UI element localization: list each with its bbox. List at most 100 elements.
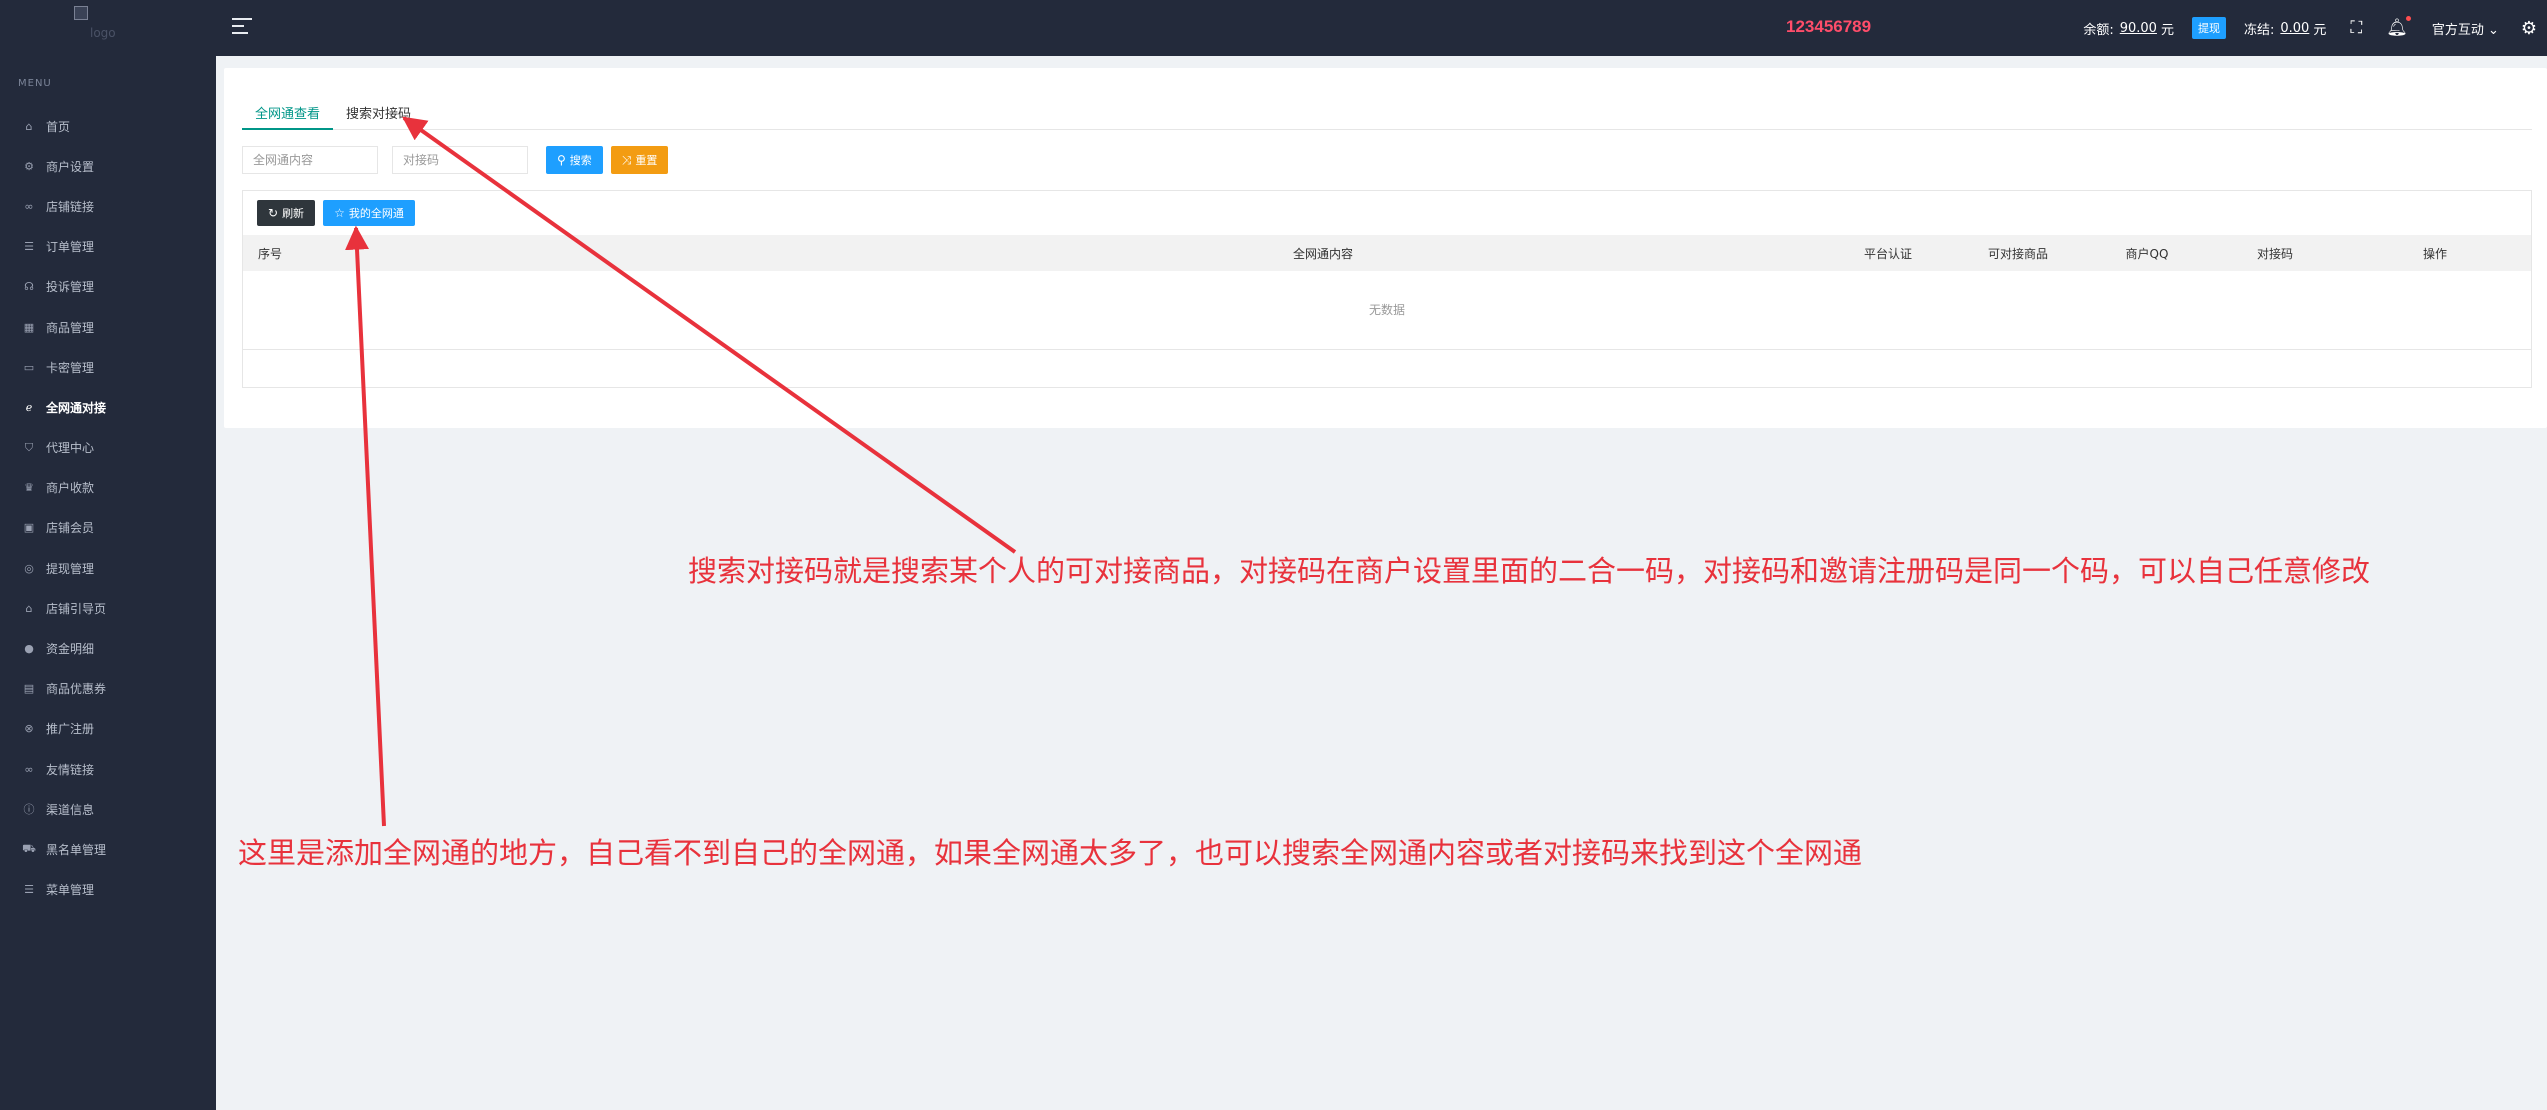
home-icon: ⌂ [25, 601, 33, 615]
member-icon: ▣ [23, 521, 35, 535]
home-icon: ⌂ [25, 119, 33, 133]
col-merchant-qq: 商户QQ [2125, 246, 2169, 261]
withdraw-button[interactable]: 提现 [2191, 17, 2226, 39]
sidebar-nav: ⌂ 首页 ⚙ 商户设置 ∞ 店铺链接 ☰ 订单管理 ☊ 投诉管理 ▦ 商品管理 ▭ 卡密管理 ℯ 全网通对接 ⛉… [0, 106, 216, 910]
link-icon: ∞ [24, 762, 34, 776]
data-table: 序号 全网通内容 平台认证 可对接商品 商户QQ 对接码 操作 无数据 [243, 235, 2531, 350]
gear-icon[interactable]: ⚙ [2521, 18, 2537, 39]
sidebar-item-label: 黑名单管理 [46, 842, 107, 857]
my-network-button[interactable]: ☆ 我的全网通 [323, 200, 415, 226]
header-right: 余额: 90.00 元 提现 冻结: 0.00 元 ⛶ 🔔︎ 官方互动 ⌄ ⚙ [2083, 0, 2547, 56]
sidebar-item-label: 资金明细 [46, 642, 95, 657]
sidebar-item-2[interactable]: ∞ 店铺链接 [0, 186, 216, 226]
refresh-icon: ↻ [268, 206, 279, 220]
balance-label: 余额: [2083, 22, 2114, 38]
refresh-button[interactable]: ↻ 刷新 [257, 200, 316, 226]
broken-image-icon [74, 6, 88, 20]
grid-icon: ▦ [23, 320, 35, 334]
sidebar-item-label: 店铺会员 [46, 521, 95, 536]
sidebar-item-7[interactable]: ℯ 全网通对接 [0, 387, 216, 427]
menu-title: MENU [18, 78, 52, 89]
gear-icon: ⚙ [24, 159, 34, 173]
sidebar-item-10[interactable]: ▣ 店铺会员 [0, 508, 216, 548]
sidebar-item-11[interactable]: ◎ 提现管理 [0, 548, 216, 588]
user-menu[interactable]: 官方互动 ⌄ [2432, 19, 2499, 38]
content-card: 全网通查看 搜索对接码 ⚲搜索 ⤨重置 ↻刷新 ☆我的全网通 序号 全网通内容 … [224, 68, 2547, 428]
shuffle-icon: ⤨ [621, 152, 632, 167]
search-form: ⚲搜索 ⤨重置 [242, 146, 669, 174]
link-icon: ∞ [24, 199, 34, 213]
headset-icon: ☊ [24, 280, 34, 294]
sidebar-item-5[interactable]: ▦ 商品管理 [0, 307, 216, 347]
empty-text: 无数据 [243, 271, 2531, 350]
code-input[interactable] [392, 146, 528, 174]
annotation-note-search-code: 搜索对接码就是搜索某个人的可对接商品，对接码在商户设置里面的二合一码，对接码和邀… [688, 554, 2371, 588]
sidebar-item-label: 代理中心 [46, 441, 95, 456]
share-icon: ⊗ [24, 722, 34, 736]
frozen-value[interactable]: 0.00 [2280, 21, 2309, 36]
frozen-label: 冻结: [2243, 22, 2275, 38]
sidebar-item-4[interactable]: ☊ 投诉管理 [0, 267, 216, 307]
logo[interactable]: logo [74, 6, 154, 42]
sidebar-item-label: 菜单管理 [46, 883, 95, 898]
sidebar-item-16[interactable]: ∞ 友情链接 [0, 749, 216, 789]
sidebar-item-12[interactable]: ⌂ 店铺引导页 [0, 588, 216, 628]
search-button-label: 搜索 [569, 154, 592, 167]
sidebar-item-18[interactable]: ⛟ 黑名单管理 [0, 829, 216, 869]
top-header: 123456789 余额: 90.00 元 提现 冻结: 0.00 元 ⛶ 🔔︎… [216, 0, 2547, 56]
tab-network-view[interactable]: 全网通查看 [242, 98, 334, 130]
sidebar-item-label: 友情链接 [46, 762, 95, 777]
sidebar-item-8[interactable]: ⛉ 代理中心 [0, 428, 216, 468]
notification-dot [2405, 16, 2411, 21]
sidebar-item-label: 店铺引导页 [46, 601, 107, 616]
sidebar-item-14[interactable]: ▤ 商品优惠券 [0, 669, 216, 709]
target-icon: ◎ [24, 561, 34, 575]
sidebar-item-3[interactable]: ☰ 订单管理 [0, 227, 216, 267]
brand-code: 123456789 [1786, 17, 1872, 36]
sidebar-item-label: 商品管理 [46, 320, 95, 335]
sidebar-item-label: 提现管理 [46, 561, 95, 576]
sidebar-item-15[interactable]: ⊗ 推广注册 [0, 709, 216, 749]
card-icon: ▭ [23, 360, 35, 374]
shield-icon: ⛉ [24, 440, 34, 454]
tab-search-code[interactable]: 搜索对接码 [333, 98, 424, 130]
menu-toggle-icon[interactable] [232, 18, 252, 36]
sidebar-item-19[interactable]: ☰ 菜单管理 [0, 870, 216, 910]
info-icon: ⓘ [23, 803, 35, 817]
col-content: 全网通内容 [1292, 246, 1353, 261]
sidebar-item-label: 首页 [46, 119, 71, 134]
table-row: 无数据 [243, 271, 2531, 350]
crown-icon: ♛ [24, 481, 34, 495]
col-actions: 操作 [2422, 246, 2447, 261]
car-icon: ⛟ [22, 841, 36, 855]
refresh-button-label: 刷新 [282, 207, 305, 220]
sidebar-item-9[interactable]: ♛ 商户收款 [0, 468, 216, 508]
sidebar-item-label: 推广注册 [46, 722, 95, 737]
fullscreen-icon[interactable]: ⛶ [2350, 18, 2362, 38]
search-icon: ⚲ [557, 153, 566, 167]
search-button[interactable]: ⚲ 搜索 [546, 146, 603, 174]
logo-alt-text: logo [90, 26, 116, 40]
reset-button-label: 重置 [635, 154, 658, 167]
bell-icon[interactable]: 🔔︎ [2386, 16, 2411, 38]
frozen-unit: 元 [2313, 22, 2327, 38]
sidebar: logo MENU ⌂ 首页 ⚙ 商户设置 ∞ 店铺链接 ☰ 订单管理 ☊ 投诉管理 ▦ 商品管理 ▭ 卡… [0, 0, 216, 1110]
network-content-input[interactable] [242, 146, 378, 174]
sidebar-item-6[interactable]: ▭ 卡密管理 [0, 347, 216, 387]
sidebar-item-17[interactable]: ⓘ 渠道信息 [0, 789, 216, 829]
sidebar-item-label: 卡密管理 [46, 360, 95, 375]
sidebar-item-13[interactable]: ● 资金明细 [0, 628, 216, 668]
data-table-container: ↻ 刷新 ☆ 我的全网通 序号 全网通内容 平台认证 可对接商品 商户QQ 对接码 … [242, 190, 2532, 388]
sidebar-item-1[interactable]: ⚙ 商户设置 [0, 146, 216, 186]
sidebar-item-label: 全网通对接 [46, 400, 107, 415]
tab-bar: 全网通查看 搜索对接码 [242, 98, 2532, 130]
my-network-button-label: 我的全网通 [348, 207, 404, 220]
ie-icon: ℯ [25, 400, 33, 414]
balance-unit: 元 [2160, 22, 2174, 38]
reset-button[interactable]: ⤨ 重置 [610, 146, 669, 174]
sidebar-item-label: 商户设置 [46, 159, 95, 174]
sidebar-item-0[interactable]: ⌂ 首页 [0, 106, 216, 146]
sidebar-item-label: 订单管理 [46, 240, 95, 255]
balance-value[interactable]: 90.00 [2120, 21, 2157, 36]
table-toolbar: ↻ 刷新 ☆ 我的全网通 [243, 191, 2531, 235]
